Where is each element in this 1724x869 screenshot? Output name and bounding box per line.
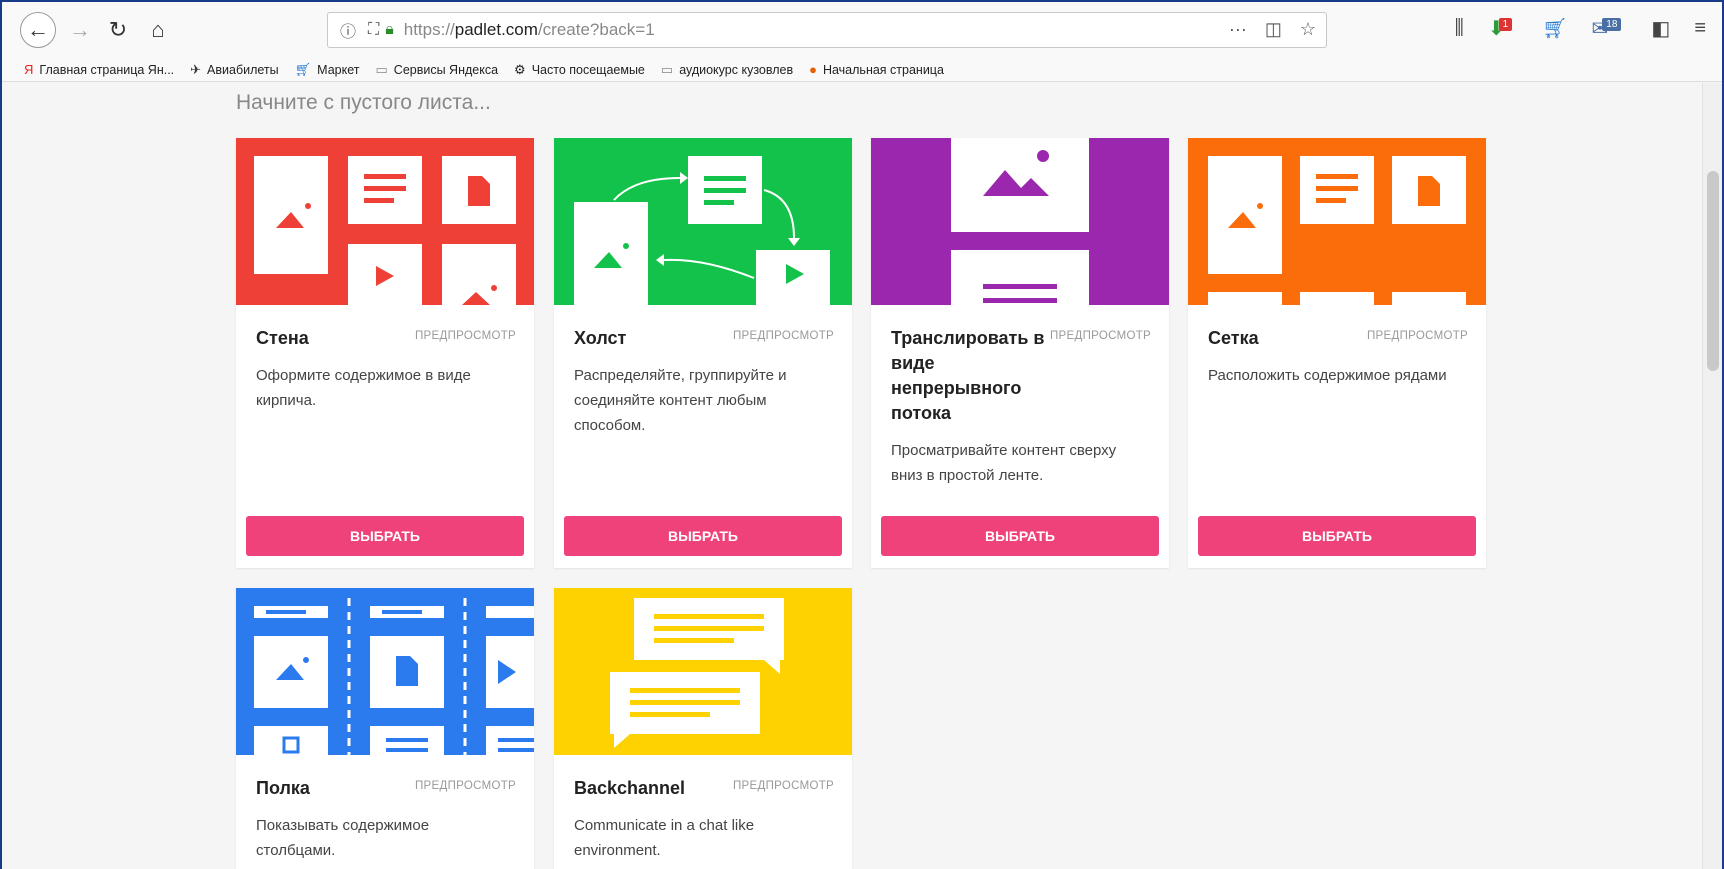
market-cart-icon[interactable]: 🛒︎ bbox=[1542, 16, 1567, 41]
browser-toolbar: ← → ↻ ⌂ ⓘ ⛶ 🔒︎ https://padlet.com/create… bbox=[2, 2, 1722, 58]
preview-link[interactable]: ПРЕДПРОСМОТР bbox=[1050, 330, 1151, 342]
card-description: Просматривайте контент сверху вниз в про… bbox=[891, 442, 1117, 484]
star-icon[interactable]: ☆ bbox=[1300, 19, 1316, 40]
extension-badge: 1 bbox=[1498, 18, 1513, 31]
firefox-icon: ● bbox=[809, 62, 817, 77]
back-button[interactable]: ← bbox=[20, 12, 56, 48]
address-bar[interactable]: ⓘ ⛶ 🔒︎ https://padlet.com/create?back=1 … bbox=[327, 12, 1327, 48]
card-title: Сетка bbox=[1208, 328, 1259, 348]
card-grid[interactable]: Сетка ПРЕДПРОСМОТР Расположить содержимо… bbox=[1188, 138, 1486, 568]
bookmark-item[interactable]: ✈ Авиабилеты bbox=[190, 62, 279, 78]
bookmark-item[interactable]: ▭ аудиокурс кузовлев bbox=[661, 62, 793, 78]
card-thumbnail bbox=[554, 138, 852, 305]
folder-icon: ▭ bbox=[660, 61, 674, 77]
card-thumbnail bbox=[1188, 138, 1486, 305]
card-description: Распределяйте, группируйте и соединяйте … bbox=[574, 367, 787, 434]
extension-download-icon[interactable]: ⬇1 bbox=[1488, 16, 1518, 41]
card-wall[interactable]: Стена ПРЕДПРОСМОТР Оформите содержимое в… bbox=[236, 138, 534, 568]
card-description: Показывать содержимое столбцами. bbox=[256, 817, 430, 859]
bookmark-item[interactable]: Я Главная страница Ян... bbox=[24, 62, 174, 77]
select-button[interactable]: ВЫБРАТЬ bbox=[881, 516, 1159, 556]
lock-icon[interactable]: 🔒︎ bbox=[385, 21, 394, 39]
info-icon[interactable]: ⓘ bbox=[340, 18, 356, 42]
card-canvas[interactable]: Холст ПРЕДПРОСМОТР Распределяйте, группи… bbox=[554, 138, 852, 568]
reload-button[interactable]: ↻ bbox=[102, 14, 134, 46]
library-icon[interactable]: ⫼ bbox=[1455, 17, 1464, 40]
bookmark-item[interactable]: ● Начальная страница bbox=[809, 62, 944, 77]
wall-illustration bbox=[254, 156, 516, 305]
home-icon: ⌂ bbox=[151, 17, 165, 42]
section-title: Начните с пустого листа... bbox=[236, 91, 491, 114]
select-button[interactable]: ВЫБРАТЬ bbox=[564, 516, 842, 556]
bookmark-item[interactable]: 🛒︎ Маркет bbox=[295, 62, 360, 78]
reload-icon: ↻ bbox=[108, 17, 128, 42]
yandex-icon: Я bbox=[24, 62, 34, 77]
grid-illustration bbox=[1208, 156, 1466, 305]
more-icon[interactable]: ··· bbox=[1229, 19, 1247, 40]
bookmarks-bar: Я Главная страница Ян... ✈ Авиабилеты 🛒︎ Ма… bbox=[2, 58, 1722, 82]
card-thumbnail bbox=[236, 588, 534, 755]
card-description: Расположить содержимое рядами bbox=[1208, 367, 1447, 384]
card-title: Холст bbox=[574, 328, 627, 348]
shelf-illustration bbox=[254, 598, 534, 755]
card-title: Backchannel bbox=[574, 778, 686, 798]
permissions-icon[interactable]: ⛶ bbox=[368, 21, 379, 39]
preview-link[interactable]: ПРЕДПРОСМОТР bbox=[733, 330, 834, 342]
card-title: Стена bbox=[256, 328, 309, 348]
card-title: Полка bbox=[256, 778, 310, 798]
stream-illustration bbox=[951, 138, 1089, 305]
backchannel-illustration bbox=[610, 598, 784, 748]
cart-icon: 🛒︎ bbox=[294, 61, 312, 77]
sidebar-icon[interactable]: ◧ bbox=[1651, 16, 1670, 41]
preview-link[interactable]: ПРЕДПРОСМОТР bbox=[415, 780, 516, 792]
browser-window: ← → ↻ ⌂ ⓘ ⛶ 🔒︎ https://padlet.com/create… bbox=[0, 0, 1724, 869]
card-shelf[interactable]: Полка ПРЕДПРОСМОТР Показывать содержимое… bbox=[236, 588, 534, 869]
card-description: Communicate in a chat like environment. bbox=[574, 817, 755, 859]
card-thumbnail bbox=[236, 138, 534, 305]
bookmark-item[interactable]: ⚙ Часто посещаемые bbox=[514, 62, 645, 78]
extension-mail-icon[interactable]: ✉18 bbox=[1592, 16, 1628, 41]
extension-badge: 18 bbox=[1602, 18, 1622, 31]
home-button[interactable]: ⌂ bbox=[142, 14, 174, 46]
menu-icon[interactable]: ≡ bbox=[1694, 17, 1706, 40]
card-thumbnail bbox=[871, 138, 1169, 305]
page-content: Начните с пустого листа... Стена ПРЕДПРО… bbox=[2, 83, 1702, 869]
card-backchannel[interactable]: Backchannel ПРЕДПРОСМОТР Communicate in … bbox=[554, 588, 852, 869]
preview-link[interactable]: ПРЕДПРОСМОТР bbox=[733, 780, 834, 792]
bookmark-item[interactable]: ▭ Сервисы Яндекса bbox=[376, 62, 499, 78]
canvas-illustration bbox=[574, 156, 830, 305]
gear-icon: ⚙ bbox=[514, 61, 526, 77]
card-title: Транслировать в виде непрерывного потока bbox=[891, 328, 1045, 423]
select-button[interactable]: ВЫБРАТЬ bbox=[1198, 516, 1476, 556]
card-stream[interactable]: Транслировать в виде непрерывного потока… bbox=[871, 138, 1169, 568]
url-text[interactable]: https://padlet.com/create?back=1 bbox=[404, 20, 655, 40]
arrow-right-icon: → bbox=[69, 17, 91, 42]
plane-icon: ✈ bbox=[190, 61, 202, 77]
scrollbar-thumb[interactable] bbox=[1707, 171, 1719, 371]
card-description: Оформите содержимое в виде кирпича. bbox=[256, 367, 471, 409]
page-scrollbar[interactable] bbox=[1702, 83, 1722, 869]
card-thumbnail bbox=[554, 588, 852, 755]
forward-button[interactable]: → bbox=[64, 14, 96, 46]
select-button[interactable]: ВЫБРАТЬ bbox=[246, 516, 524, 556]
folder-icon: ▭ bbox=[375, 61, 388, 77]
preview-link[interactable]: ПРЕДПРОСМОТР bbox=[415, 330, 516, 342]
preview-link[interactable]: ПРЕДПРОСМОТР bbox=[1367, 330, 1468, 342]
arrow-left-icon: ← bbox=[27, 17, 49, 42]
pocket-icon[interactable]: ◫ bbox=[1265, 19, 1282, 40]
